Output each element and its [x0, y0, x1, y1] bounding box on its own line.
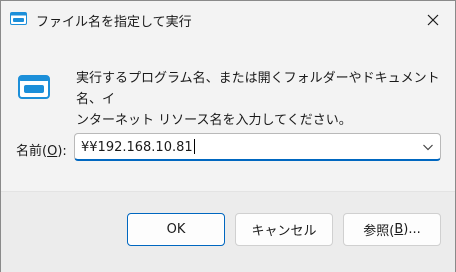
run-app-icon — [10, 12, 27, 25]
cancel-button[interactable]: キャンセル — [235, 213, 333, 246]
open-label: 名前(O): — [16, 140, 67, 159]
ok-button[interactable]: OK — [127, 213, 225, 246]
open-label-suffix: ): — [57, 144, 67, 159]
close-icon — [427, 14, 439, 26]
open-label-accel: O — [47, 144, 58, 159]
run-dialog: ファイル名を指定して実行 実行するプログラム名、または開くフォルダーやドキュメン… — [0, 0, 456, 272]
browse-label-prefix: 参照( — [363, 224, 395, 239]
run-icon — [18, 75, 50, 99]
close-button[interactable] — [421, 9, 445, 31]
chevron-down-icon[interactable] — [422, 142, 434, 152]
description: 実行するプログラム名、または開くフォルダーやドキュメント名、イ ンターネット リ… — [76, 68, 446, 131]
description-line-1: 実行するプログラム名、または開くフォルダーやドキュメント名、イ — [76, 71, 440, 107]
open-input-value: ¥¥192.168.10.81 — [81, 140, 193, 155]
text-caret — [193, 139, 195, 154]
description-line-2: ンターネット リソース名を入力してください。 — [76, 113, 352, 128]
window-title: ファイル名を指定して実行 — [36, 15, 192, 30]
title-bar: ファイル名を指定して実行 — [1, 1, 455, 39]
open-input-text[interactable]: ¥¥192.168.10.81 — [81, 139, 195, 155]
browse-label-accel: B — [394, 222, 404, 237]
open-label-prefix: 名前( — [16, 144, 48, 159]
open-combobox[interactable]: ¥¥192.168.10.81 — [74, 133, 441, 161]
browse-label-suffix: )... — [403, 222, 421, 237]
browse-button[interactable]: 参照(B)... — [343, 213, 441, 246]
